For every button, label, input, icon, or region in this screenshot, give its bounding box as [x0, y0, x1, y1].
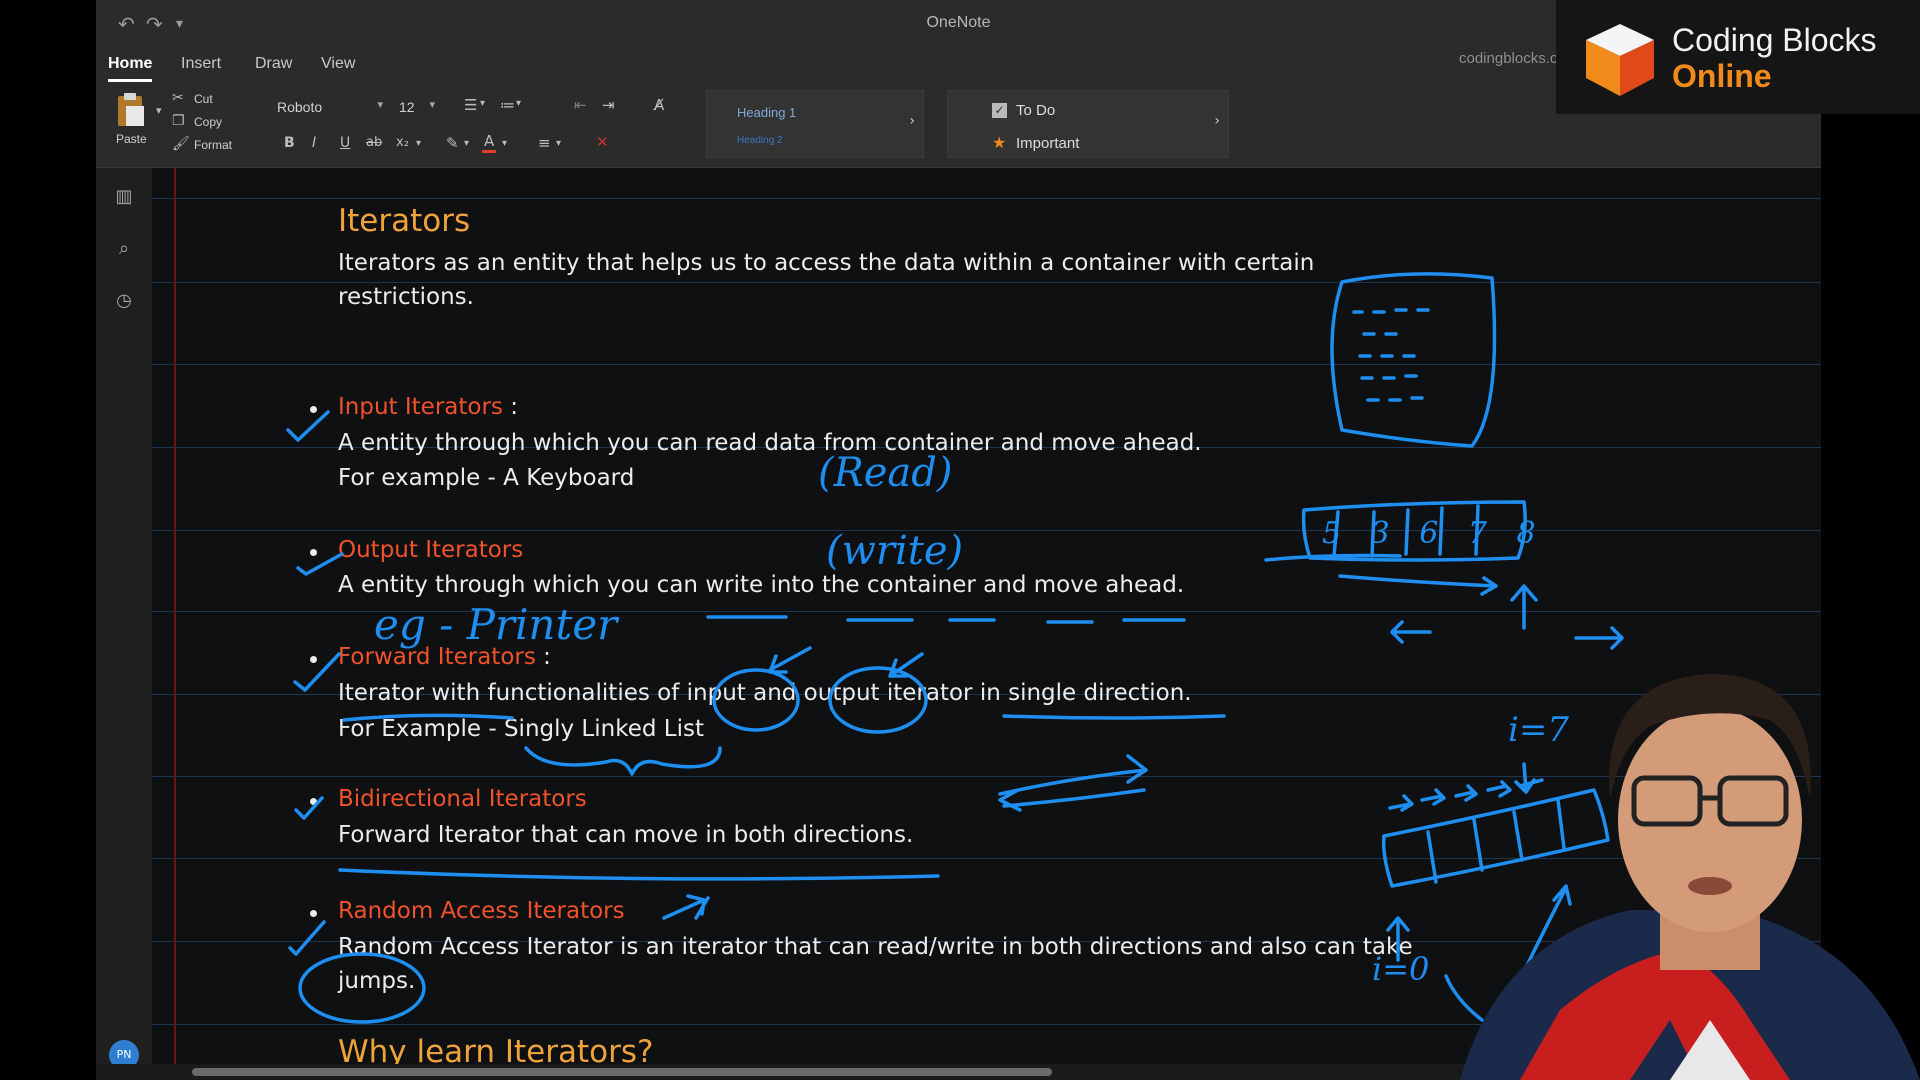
ink-dashes [1352, 308, 1430, 402]
ink-double-arrow [998, 754, 1148, 812]
ink-arrow [768, 646, 812, 674]
ink-underline [1002, 714, 1226, 720]
ink-circle [298, 952, 426, 1024]
cube-logo [1586, 24, 1654, 96]
ink-underline [338, 868, 940, 881]
brand-name: Coding Blocks [1672, 22, 1877, 58]
screen: ↶ ↷ ▾ OneNote Home Insert Draw View Past… [0, 0, 1920, 1080]
ink-circle [712, 668, 800, 732]
ink-circle [828, 666, 928, 734]
brand-badge: Coding Blocks Online [1556, 0, 1920, 114]
ink-underline [342, 713, 514, 722]
ink-checkmark [296, 552, 344, 576]
presenter-video [1460, 674, 1920, 1080]
brand-sub: Online [1672, 58, 1772, 94]
ink-checkmark [294, 796, 324, 820]
ink-container [1330, 272, 1497, 448]
ink-arrow [1390, 620, 1432, 644]
ink-array-values: 5 3 6 7 8 [1322, 516, 1546, 551]
ink-arrow [662, 894, 710, 920]
ink-checkmark [288, 920, 326, 956]
ink-underline [706, 615, 1186, 624]
ink-index-i0: i=0 [1372, 950, 1430, 988]
ink-checkmark [293, 652, 341, 692]
ink-annotation-write: (write) [826, 528, 964, 574]
ink-brace [524, 746, 722, 776]
ink-annotation-printer: eg - Printer [374, 600, 618, 649]
ink-checkmark [286, 410, 330, 442]
ink-annotation-read: (Read) [818, 450, 953, 496]
